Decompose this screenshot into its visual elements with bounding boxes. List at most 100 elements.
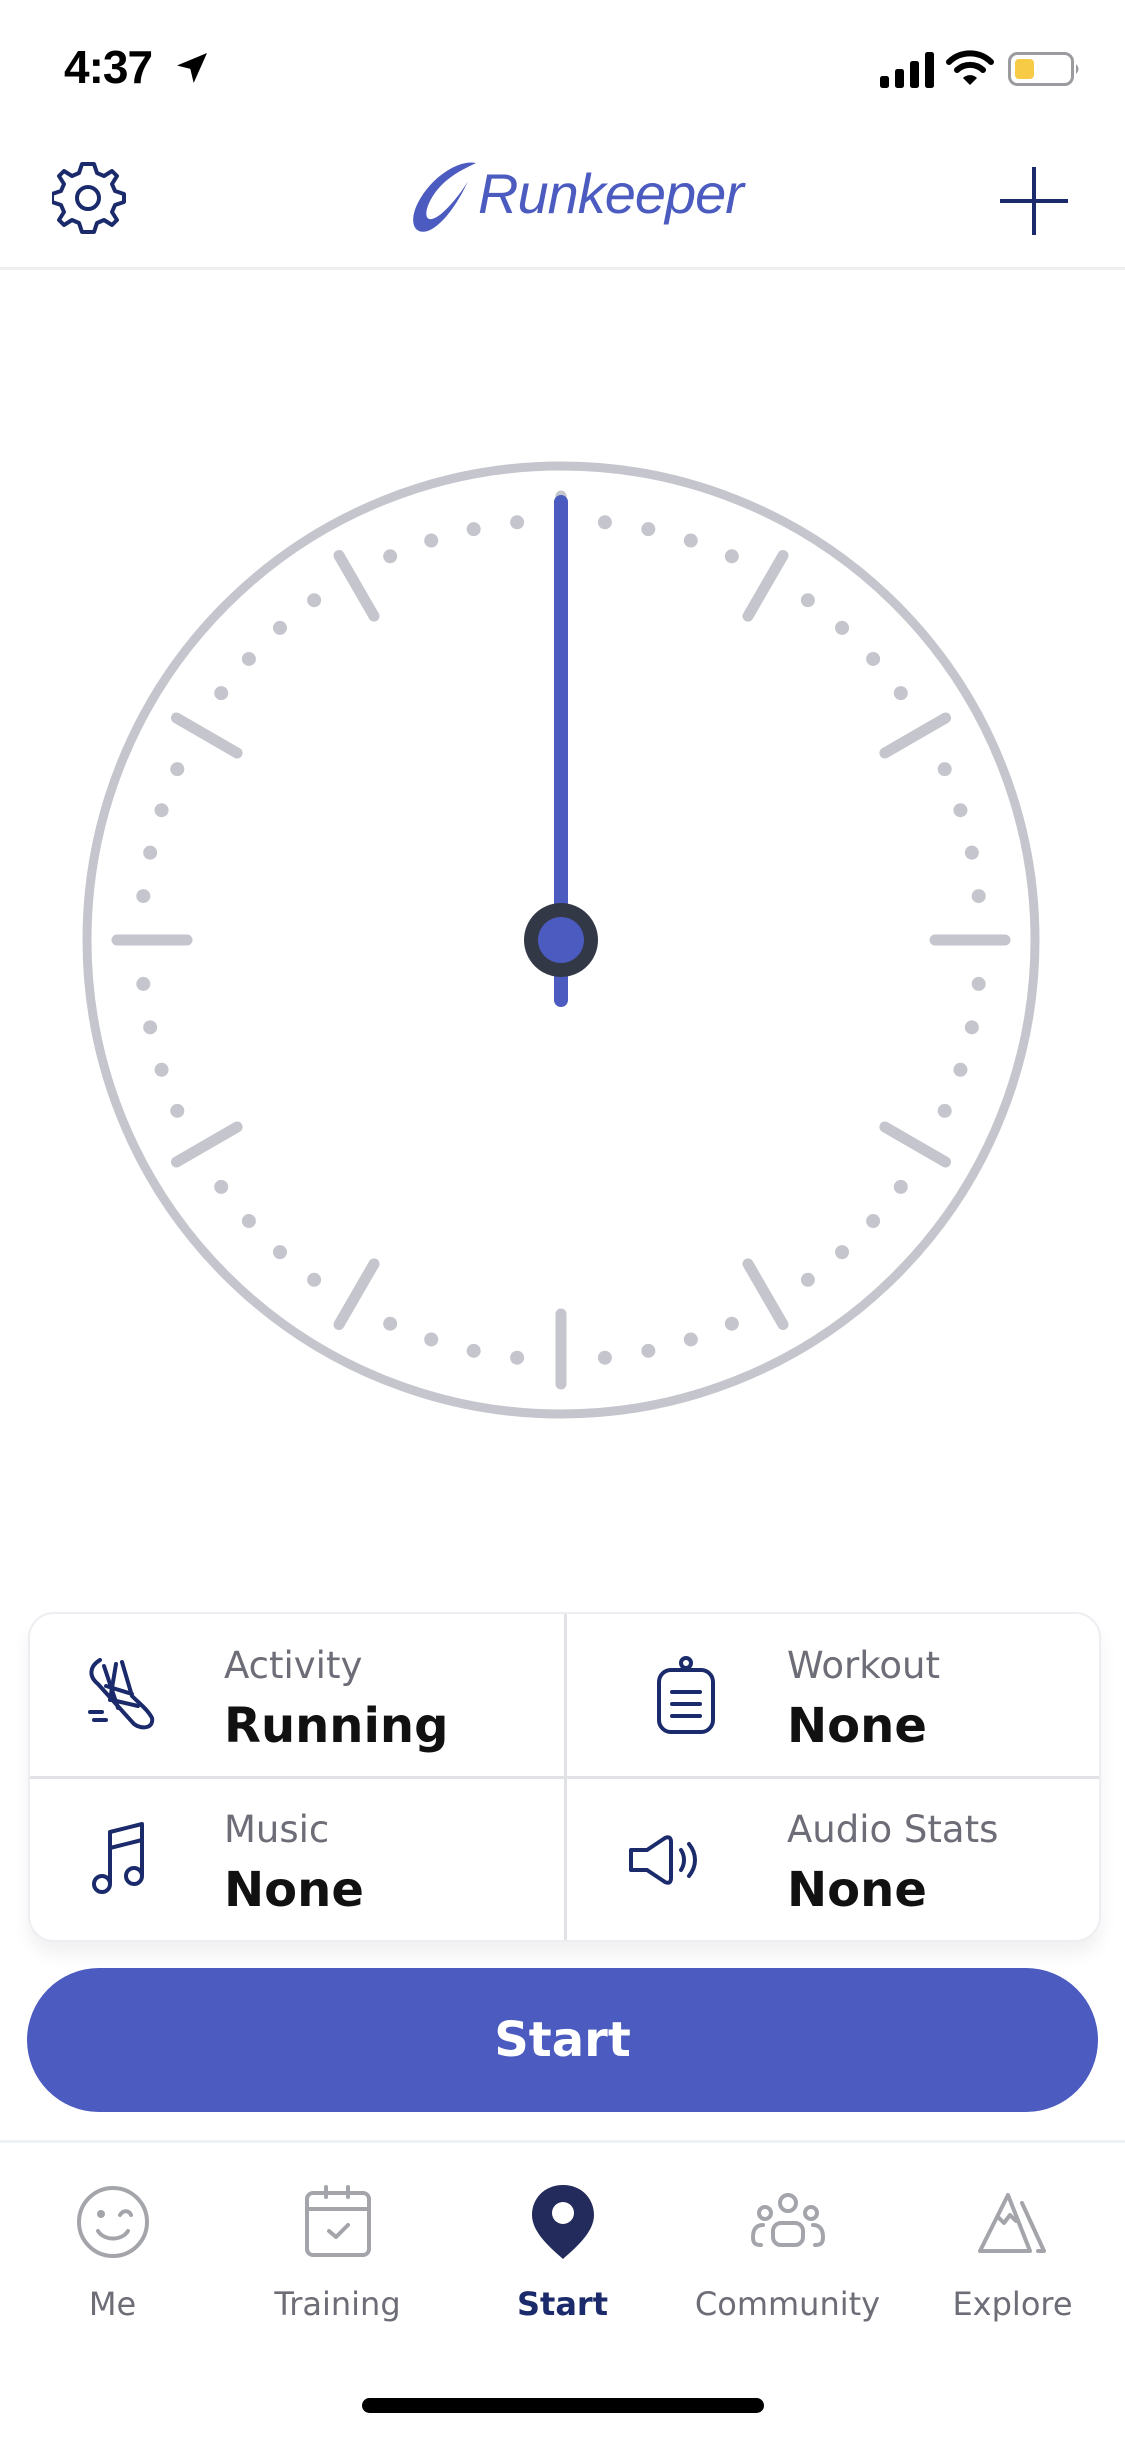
tab-label: Explore	[952, 2285, 1073, 2323]
tab-me[interactable]: Me	[0, 2143, 225, 2343]
dial-minor-tick	[136, 889, 151, 904]
dial-minor-tick	[241, 651, 256, 666]
audio-stats-setting[interactable]: Audio Stats None	[565, 1778, 1099, 1940]
dial-minor-tick	[800, 593, 815, 608]
location-arrow-icon	[177, 53, 207, 83]
dial-minor-tick	[893, 686, 908, 701]
tab-label: Start	[516, 2285, 608, 2323]
dial-minor-tick	[971, 889, 986, 904]
asics-swoosh-icon	[413, 162, 476, 232]
music-note-icon	[92, 1822, 144, 1894]
dial-minor-tick	[272, 620, 287, 635]
dial-minor-tick	[953, 1062, 968, 1077]
dial-minor-tick	[893, 1179, 908, 1194]
dial-minor-tick	[307, 1272, 322, 1287]
dial-minor-tick	[383, 1316, 398, 1331]
dial-minor-tick	[641, 1343, 656, 1358]
setting-label: Audio Stats	[787, 1808, 999, 1851]
plus-icon[interactable]	[996, 163, 1072, 239]
dial-minor-tick	[466, 1343, 481, 1358]
start-button[interactable]: Start	[27, 1968, 1098, 2112]
group-icon	[750, 2193, 826, 2247]
stopwatch-hand	[524, 495, 598, 1007]
battery-icon	[1008, 52, 1079, 86]
dial-minor-tick	[937, 1103, 952, 1118]
dial-minor-tick	[383, 549, 398, 564]
dial-minor-tick	[143, 845, 158, 860]
dial-minor-tick	[835, 620, 850, 635]
status-bar: 4:37	[0, 0, 1125, 135]
tab-community[interactable]: Community	[675, 2143, 900, 2343]
clipboard-icon	[657, 1656, 715, 1734]
tab-label: Training	[274, 2285, 401, 2323]
tab-start[interactable]: Start	[450, 2143, 675, 2343]
tab-bar: Me Training Start Community Explore	[0, 2140, 1125, 2439]
dial-minor-tick	[510, 1350, 525, 1365]
dial-minor-tick	[971, 976, 986, 991]
speaker-icon	[629, 1835, 697, 1885]
status-time: 4:37	[64, 41, 153, 93]
dial-minor-tick	[866, 651, 881, 666]
dial-minor-tick	[641, 522, 656, 537]
smiley-icon	[77, 2186, 149, 2258]
dial-minor-tick	[866, 1214, 881, 1229]
dial-minor-tick	[510, 515, 525, 530]
dial-major-tick	[170, 1121, 243, 1168]
setting-label: Workout	[787, 1644, 940, 1687]
setting-value: Running	[224, 1698, 449, 1754]
dial-minor-tick	[154, 803, 169, 818]
map-pin-icon	[532, 2185, 594, 2259]
music-setting[interactable]: Music None	[30, 1778, 567, 1940]
stopwatch-dial	[82, 461, 1040, 1419]
dial-minor-tick	[964, 1020, 979, 1035]
mountain-icon	[978, 2193, 1046, 2253]
running-shoe-icon	[88, 1658, 155, 1730]
dial-minor-tick	[272, 1245, 287, 1260]
dial-minor-tick	[597, 515, 612, 530]
setting-value: None	[787, 1698, 927, 1754]
dial-minor-tick	[835, 1245, 850, 1260]
workout-settings-card: Activity Running Workout None Music None	[28, 1612, 1101, 1942]
gear-icon[interactable]	[52, 159, 128, 239]
setting-value: None	[787, 1862, 927, 1918]
dial-minor-tick	[136, 976, 151, 991]
dial-minor-tick	[214, 1179, 229, 1194]
cellular-signal-icon	[880, 52, 934, 88]
dial-minor-tick	[307, 593, 322, 608]
dial-minor-tick	[424, 533, 439, 548]
dial-minor-tick	[424, 1332, 439, 1347]
runkeeper-logo: Runkeeper	[408, 155, 744, 245]
dial-minor-tick	[466, 522, 481, 537]
dial-minor-tick	[724, 1316, 739, 1331]
tab-training[interactable]: Training	[225, 2143, 450, 2343]
dial-major-tick	[170, 712, 243, 759]
workout-setting[interactable]: Workout None	[565, 1614, 1099, 1779]
battery-level	[1015, 59, 1034, 79]
setting-label: Music	[224, 1808, 330, 1851]
dial-major-tick	[333, 549, 380, 622]
dial-minor-tick	[597, 1350, 612, 1365]
dial-major-tick	[879, 712, 952, 759]
dial-major-tick	[742, 549, 789, 622]
calendar-check-icon	[305, 2185, 371, 2257]
dial-major-tick	[879, 1121, 952, 1168]
dial-minor-tick	[964, 845, 979, 860]
dial-minor-tick	[241, 1214, 256, 1229]
dial-minor-tick	[170, 762, 185, 777]
dial-minor-tick	[214, 686, 229, 701]
wifi-icon	[946, 50, 994, 85]
tab-explore[interactable]: Explore	[900, 2143, 1125, 2343]
dial-minor-tick	[953, 803, 968, 818]
tab-label: Community	[694, 2285, 881, 2323]
hand-hub-inner	[538, 917, 584, 963]
activity-setting[interactable]: Activity Running	[30, 1614, 567, 1779]
dial-minor-tick	[937, 762, 952, 777]
dial-minor-tick	[800, 1272, 815, 1287]
tab-label: Me	[88, 2285, 137, 2323]
setting-value: None	[224, 1862, 364, 1918]
dial-minor-tick	[143, 1020, 158, 1035]
dial-major-tick	[742, 1258, 789, 1331]
dial-minor-tick	[154, 1062, 169, 1077]
dial-major-tick	[333, 1258, 380, 1331]
dial-minor-tick	[683, 1332, 698, 1347]
